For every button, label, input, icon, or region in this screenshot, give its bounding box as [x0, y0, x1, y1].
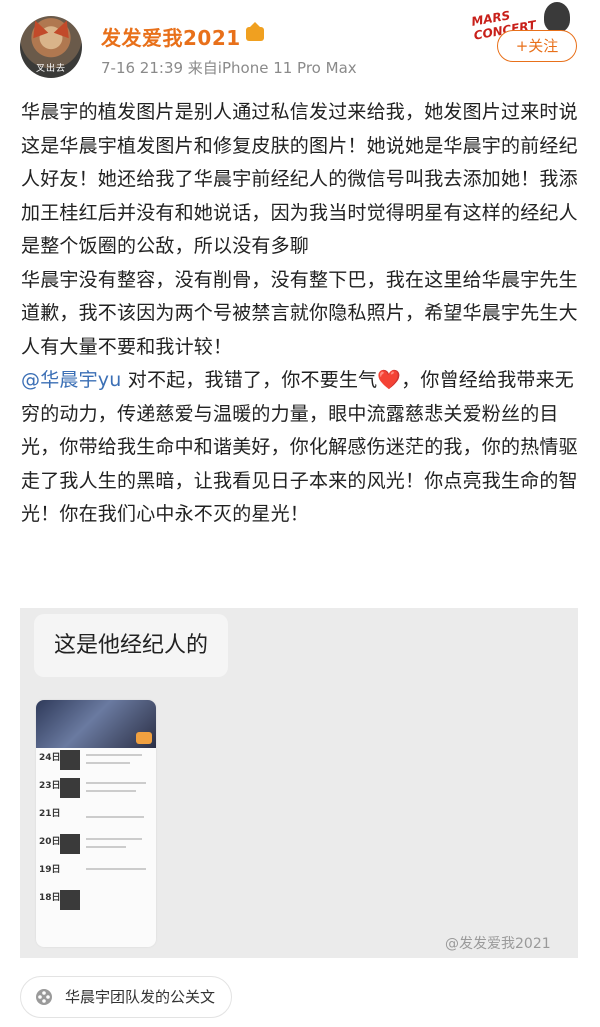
moment-text: [86, 790, 136, 792]
post-image[interactable]: 这是他经纪人的 24日 23日 21日 20日 19日 18日: [20, 608, 578, 958]
moment-date: 21日: [39, 809, 61, 819]
moment-thumb: [60, 750, 80, 770]
image-watermark: @发发爱我2021: [445, 936, 551, 952]
phone-cover: [36, 700, 156, 748]
moment-row: 21日: [36, 804, 156, 832]
avatar-caption: 叉出去: [35, 64, 66, 74]
moment-thumb: [60, 890, 80, 910]
moment-row: 24日: [36, 748, 156, 776]
post-text-segment: 对不起，我错了，你不要生气: [121, 369, 378, 391]
post-text-segment: ，你曾经给我带来无穷的动力，传递慈爱与温暖的力量，眼中流露慈悲关爱粉丝的目光，你…: [21, 369, 578, 525]
location-icon: [36, 989, 52, 1005]
moment-date: 20日: [39, 837, 61, 847]
post-paragraph: 华晨宇的植发图片是别人通过私信发过来给我，她发图片过来时说这是华晨宇植发图片和修…: [21, 101, 578, 257]
concert-badge-icon: MARS CONCERT: [470, 2, 574, 43]
moment-date: 18日: [39, 893, 61, 903]
post-body: 华晨宇的植发图片是别人通过私信发过来给我，她发图片过来时说这是华晨宇植发图片和修…: [21, 96, 581, 532]
moment-row: 23日: [36, 776, 156, 804]
post-meta: 7-16 21:39 来自iPhone 11 Pro Max: [101, 59, 357, 77]
phone-screenshot: 24日 23日 21日 20日 19日 18日: [36, 700, 156, 947]
moment-row: 20日: [36, 832, 156, 860]
moment-text: [86, 838, 142, 840]
follow-button[interactable]: +关注: [497, 30, 577, 62]
vip-crown-icon: [246, 22, 264, 41]
post-paragraph: @华晨宇yu 对不起，我错了，你不要生气❤️，你曾经给我带来无穷的动力，传递慈爱…: [21, 364, 581, 532]
chat-bubble: 这是他经纪人的: [34, 614, 229, 677]
moment-text: [86, 868, 146, 870]
heart-icon: ❤️: [377, 369, 402, 391]
mention-link[interactable]: @华晨宇yu: [21, 369, 122, 391]
moment-row: 19日: [36, 860, 156, 888]
topic-chip[interactable]: 华晨宇团队发的公关文: [20, 976, 233, 1018]
moment-date: 23日: [39, 781, 61, 791]
avatar[interactable]: 叉出去: [20, 16, 82, 78]
moment-thumb: [60, 778, 80, 798]
moment-thumb: [60, 834, 80, 854]
topic-label: 华晨宇团队发的公关文: [65, 988, 216, 1006]
username[interactable]: 发发爱我2021: [101, 22, 241, 51]
post-paragraph: 华晨宇没有整容，没有削骨，没有整下巴，我在这里给华晨宇先生道歉，我不该因为两个号…: [21, 268, 578, 358]
moment-text: [86, 754, 142, 756]
moment-text: [86, 762, 130, 764]
cat-ears-decoration: [28, 20, 74, 40]
moment-text: [86, 846, 126, 848]
badge-portrait: [544, 2, 570, 32]
moment-date: 19日: [39, 865, 61, 875]
moment-text: [86, 782, 146, 784]
post-header: 叉出去 发发爱我2021 7-16 21:39 来自iPhone 11 Pro …: [0, 0, 600, 90]
moment-text: [86, 816, 144, 818]
phone-cover-tag: [136, 732, 152, 744]
moment-date: 24日: [39, 753, 61, 763]
moment-row: 18日: [36, 888, 156, 916]
